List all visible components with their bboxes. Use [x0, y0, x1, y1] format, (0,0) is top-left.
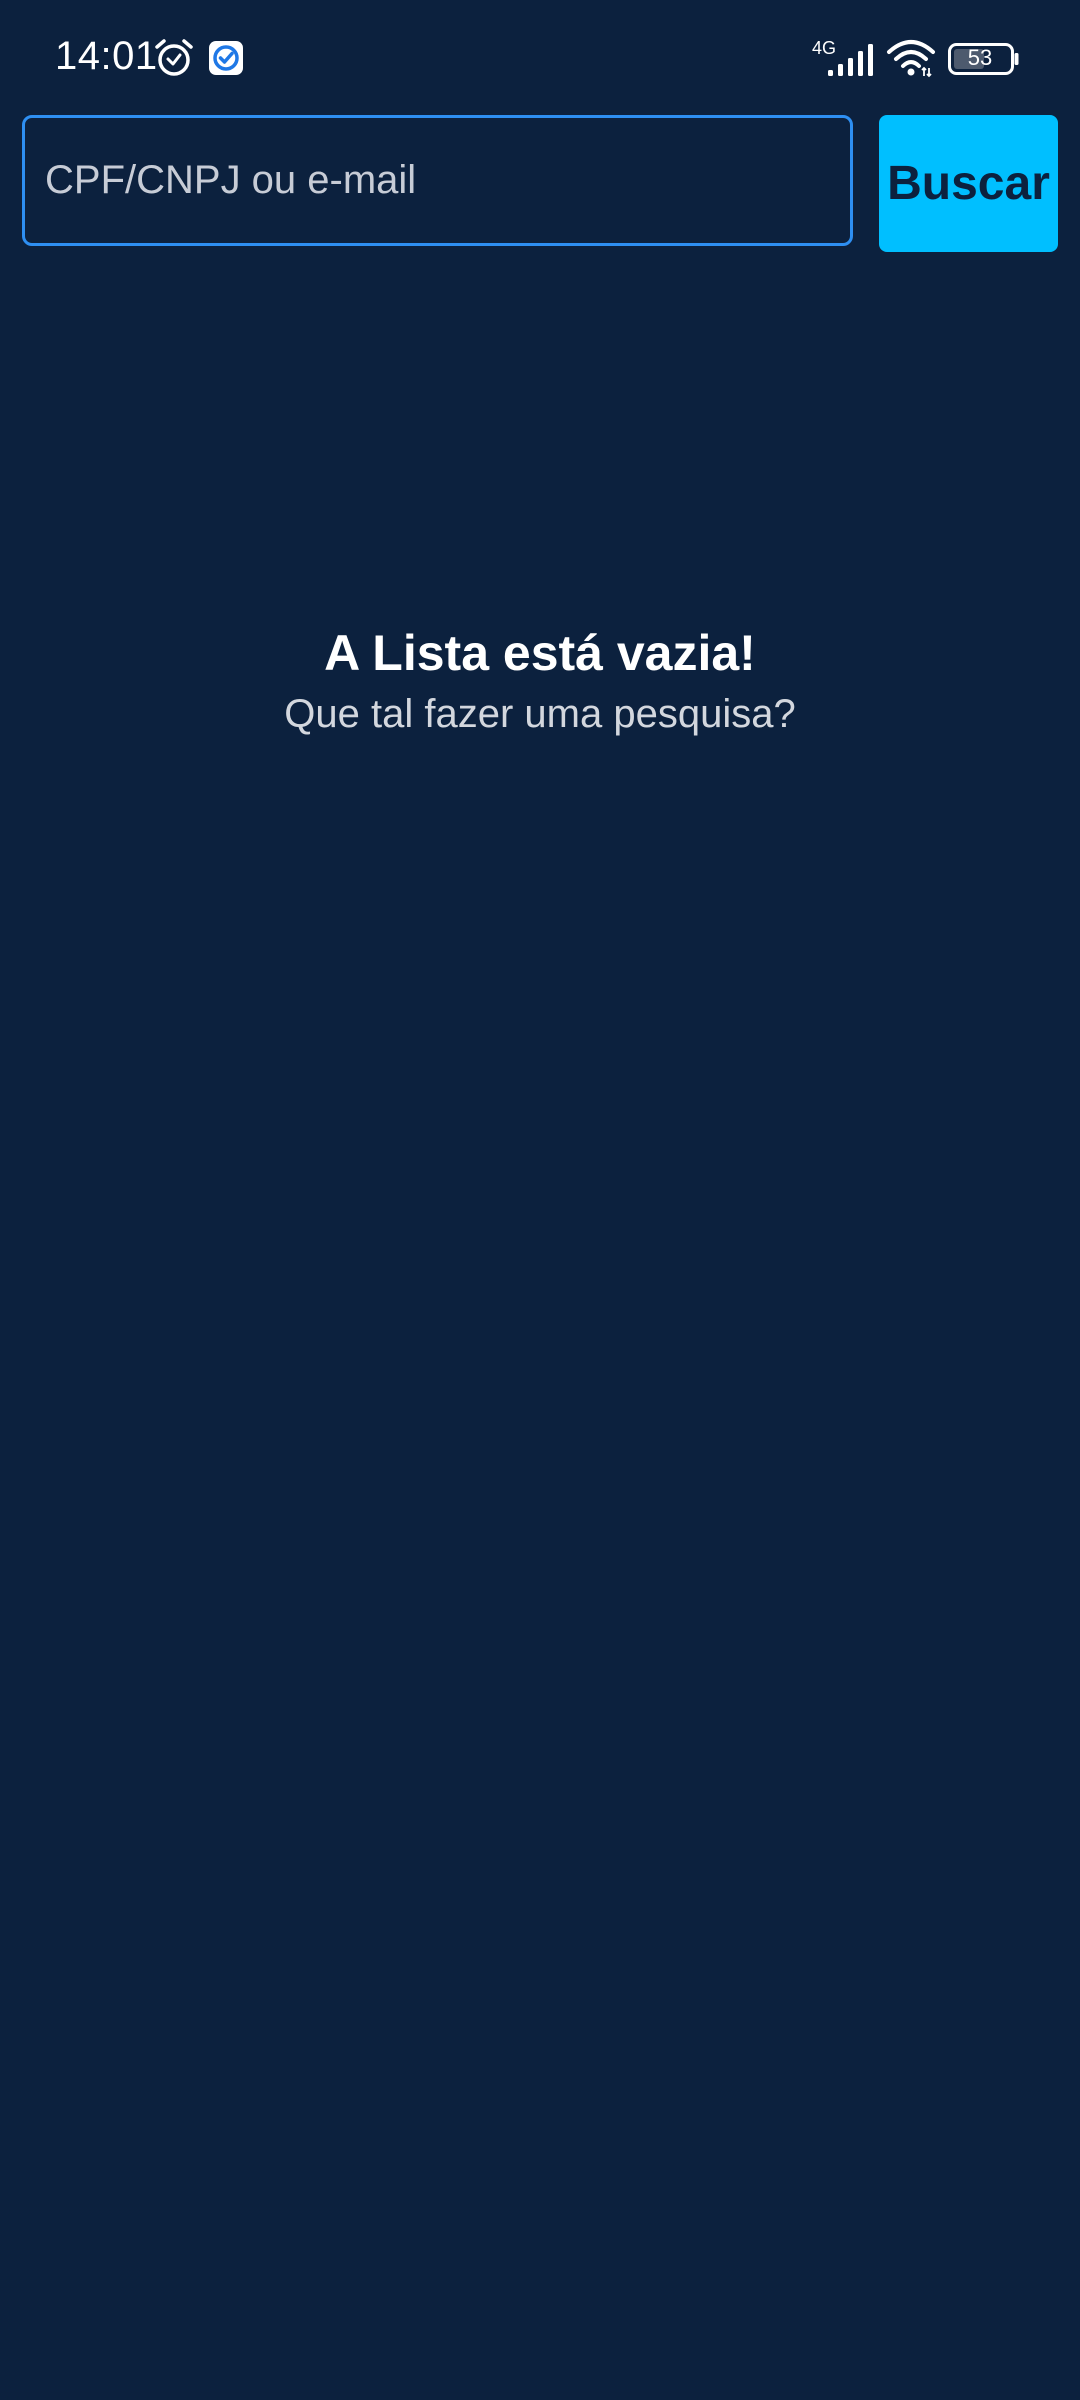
check-badge-icon — [209, 41, 243, 75]
cellular-signal-icon — [828, 44, 873, 76]
search-button[interactable]: Buscar — [879, 115, 1058, 252]
empty-state-subtitle: Que tal fazer uma pesquisa? — [284, 692, 796, 736]
status-bar: 14:01 4G 53 — [0, 0, 1080, 110]
battery-level: 53 — [967, 45, 993, 70]
search-field[interactable] — [22, 115, 853, 246]
alarm-icon — [155, 39, 193, 76]
wifi-icon — [887, 40, 935, 78]
search-input[interactable] — [25, 118, 850, 243]
status-time: 14:01 — [55, 34, 158, 78]
empty-state-title: A Lista está vazia! — [324, 625, 756, 681]
